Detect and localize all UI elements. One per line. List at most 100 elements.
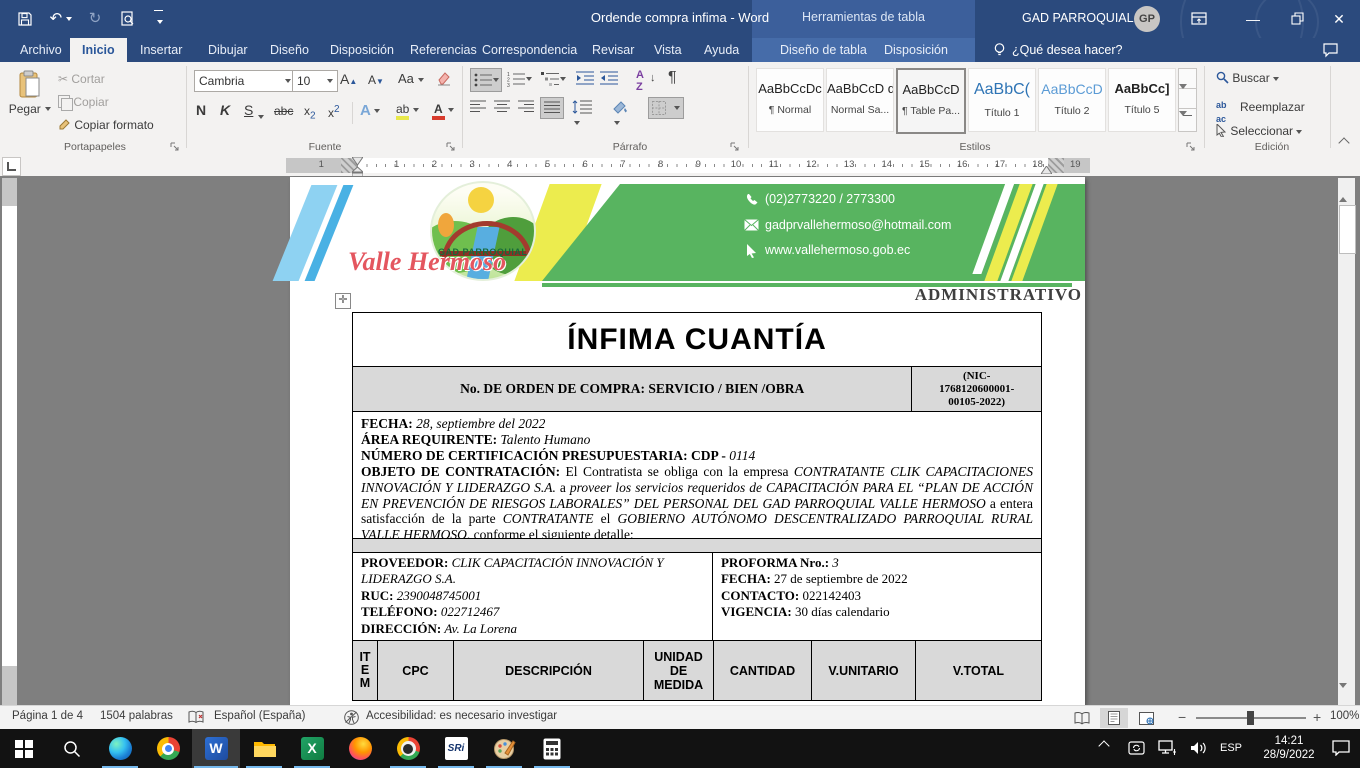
ribbon-display-options-button[interactable] bbox=[1178, 0, 1220, 38]
italic-button[interactable]: K bbox=[220, 102, 230, 118]
start-button[interactable] bbox=[0, 729, 48, 768]
tell-me-box[interactable]: ¿Qué desea hacer? bbox=[1012, 38, 1123, 62]
close-button[interactable]: ✕ bbox=[1318, 0, 1360, 38]
tab-diseno-de-tabla[interactable]: Diseño de tabla bbox=[768, 38, 879, 62]
paste-button[interactable]: Pegar bbox=[8, 66, 52, 140]
styles-gallery-more[interactable] bbox=[1178, 108, 1197, 132]
zoom-out-button[interactable]: − bbox=[1178, 709, 1186, 725]
find-button[interactable]: Buscar bbox=[1216, 71, 1279, 85]
font-color-button[interactable]: A bbox=[432, 102, 454, 116]
chrome-badged-app-icon[interactable] bbox=[384, 729, 432, 768]
word-count[interactable]: 1504 palabras bbox=[100, 710, 173, 722]
highlight-color-button[interactable]: ab bbox=[396, 102, 419, 116]
account-name[interactable]: GAD PARROQUIAL bbox=[1022, 11, 1134, 25]
accessibility-icon[interactable] bbox=[344, 710, 359, 725]
style-table-paragraph-selected[interactable]: AaBbCcD¶ Table Pa... bbox=[896, 68, 966, 134]
language-indicator[interactable]: Español (España) bbox=[214, 710, 305, 722]
tab-disposicion-tabla[interactable]: Disposición bbox=[872, 38, 960, 62]
paint-icon[interactable] bbox=[480, 729, 528, 768]
font-size-combobox[interactable]: 10 bbox=[292, 70, 338, 92]
paste-dropdown-arrow[interactable] bbox=[45, 107, 51, 111]
multilevel-list-button[interactable] bbox=[538, 68, 568, 90]
style-titulo-5[interactable]: AaBbCc]Título 5 bbox=[1108, 68, 1176, 132]
select-button[interactable]: Seleccionar bbox=[1216, 124, 1302, 138]
pilcrow-button[interactable]: ¶ bbox=[668, 69, 677, 87]
volume-tray-icon[interactable] bbox=[1190, 740, 1208, 756]
document-page[interactable]: GAD PARROQUIAL Valle Hermoso (02)2773220… bbox=[290, 177, 1085, 705]
replace-button[interactable]: abac bbox=[1216, 97, 1227, 125]
print-layout-button[interactable] bbox=[1100, 708, 1128, 728]
calculator-icon[interactable] bbox=[528, 729, 576, 768]
zoom-level[interactable]: 100% bbox=[1330, 710, 1359, 722]
clock[interactable]: 14:21 28/9/2022 bbox=[1253, 734, 1325, 762]
zoom-in-button[interactable]: + bbox=[1313, 709, 1321, 725]
zoom-slider-thumb[interactable] bbox=[1247, 711, 1254, 725]
tab-revisar[interactable]: Revisar bbox=[580, 38, 646, 62]
sync-tray-icon[interactable] bbox=[1128, 740, 1145, 757]
file-explorer-icon[interactable] bbox=[240, 729, 288, 768]
web-layout-button[interactable] bbox=[1132, 708, 1160, 728]
tab-archivo[interactable]: Archivo bbox=[8, 38, 74, 62]
bullets-button[interactable] bbox=[470, 68, 502, 92]
save-button[interactable] bbox=[12, 8, 38, 30]
format-painter-button[interactable]: Copiar formato bbox=[58, 118, 154, 132]
feedback-comment-icon[interactable] bbox=[1322, 42, 1339, 58]
accessibility-status[interactable]: Accesibilidad: es necesario investigar bbox=[366, 710, 557, 722]
style-normal[interactable]: AaBbCcDc¶ Normal bbox=[756, 68, 824, 132]
grow-font-button[interactable]: A▲ bbox=[340, 71, 357, 87]
tab-disposicion[interactable]: Disposición bbox=[318, 38, 406, 62]
action-center-icon[interactable] bbox=[1332, 740, 1350, 756]
replace-label[interactable]: Reemplazar bbox=[1240, 100, 1305, 114]
avatar[interactable]: GP bbox=[1134, 6, 1160, 32]
network-tray-icon[interactable] bbox=[1158, 740, 1177, 756]
subscript-button[interactable]: x2 bbox=[304, 104, 316, 121]
tab-correspondencia[interactable]: Correspondencia bbox=[470, 38, 589, 62]
scroll-down-button[interactable] bbox=[1339, 688, 1354, 703]
paragraph-dialog-launcher[interactable] bbox=[730, 142, 740, 152]
page-indicator[interactable]: Página 1 de 4 bbox=[12, 710, 83, 722]
clear-formatting-button[interactable] bbox=[436, 71, 453, 86]
bold-button[interactable]: N bbox=[196, 102, 206, 118]
shading-button[interactable] bbox=[612, 100, 629, 132]
excel-icon[interactable]: X bbox=[288, 729, 336, 768]
font-dialog-launcher[interactable] bbox=[446, 142, 456, 152]
line-spacing-button[interactable] bbox=[572, 100, 592, 132]
right-indent-marker[interactable] bbox=[1041, 166, 1052, 174]
tab-vista[interactable]: Vista bbox=[642, 38, 694, 62]
collapse-ribbon-button[interactable] bbox=[1340, 134, 1348, 152]
clipboard-dialog-launcher[interactable] bbox=[170, 142, 180, 152]
scrollbar-thumb[interactable] bbox=[1339, 205, 1356, 254]
word-taskbar-icon[interactable]: W bbox=[192, 729, 240, 768]
decrease-indent-button[interactable] bbox=[576, 70, 594, 86]
styles-dialog-launcher[interactable] bbox=[1186, 142, 1196, 152]
purchase-order-table[interactable]: ÍNFIMA CUANTÍA No. DE ORDEN DE COMPRA: S… bbox=[352, 312, 1042, 701]
sort-button[interactable]: AZ↓ bbox=[636, 69, 644, 93]
underline-button[interactable]: S bbox=[244, 102, 253, 118]
align-left-button[interactable] bbox=[470, 100, 486, 114]
customize-quick-access-button[interactable] bbox=[146, 8, 172, 30]
restore-button[interactable] bbox=[1276, 0, 1318, 38]
tab-diseno[interactable]: Diseño bbox=[258, 38, 321, 62]
styles-scroll-down[interactable] bbox=[1178, 88, 1197, 110]
undo-button[interactable]: ↶ bbox=[44, 8, 78, 30]
text-effects-button[interactable]: A bbox=[360, 102, 380, 119]
strikethrough-button[interactable]: abc bbox=[274, 104, 293, 118]
minimize-button[interactable]: — bbox=[1232, 0, 1274, 38]
proofing-status-icon[interactable] bbox=[188, 710, 204, 725]
tab-dibujar[interactable]: Dibujar bbox=[196, 38, 260, 62]
borders-button[interactable] bbox=[648, 97, 684, 119]
justify-button[interactable] bbox=[540, 97, 564, 119]
superscript-button[interactable]: x2 bbox=[328, 104, 340, 120]
undo-dropdown-arrow[interactable] bbox=[66, 17, 72, 21]
table-move-handle[interactable]: ✛ bbox=[335, 293, 351, 309]
chrome-icon[interactable] bbox=[144, 729, 192, 768]
taskbar-search-icon[interactable] bbox=[48, 729, 96, 768]
align-right-button[interactable] bbox=[518, 100, 534, 114]
tab-inicio[interactable]: Inicio bbox=[70, 38, 127, 62]
style-titulo-1[interactable]: AaBbC(Título 1 bbox=[968, 68, 1036, 132]
firefox-icon[interactable] bbox=[336, 729, 384, 768]
sri-app-icon[interactable]: SRi bbox=[432, 729, 480, 768]
style-normal-sa[interactable]: AaBbCcD dENormal Sa... bbox=[826, 68, 894, 132]
numbering-button[interactable]: 123 bbox=[504, 68, 534, 90]
language-tray-indicator[interactable]: ESP bbox=[1220, 742, 1242, 754]
